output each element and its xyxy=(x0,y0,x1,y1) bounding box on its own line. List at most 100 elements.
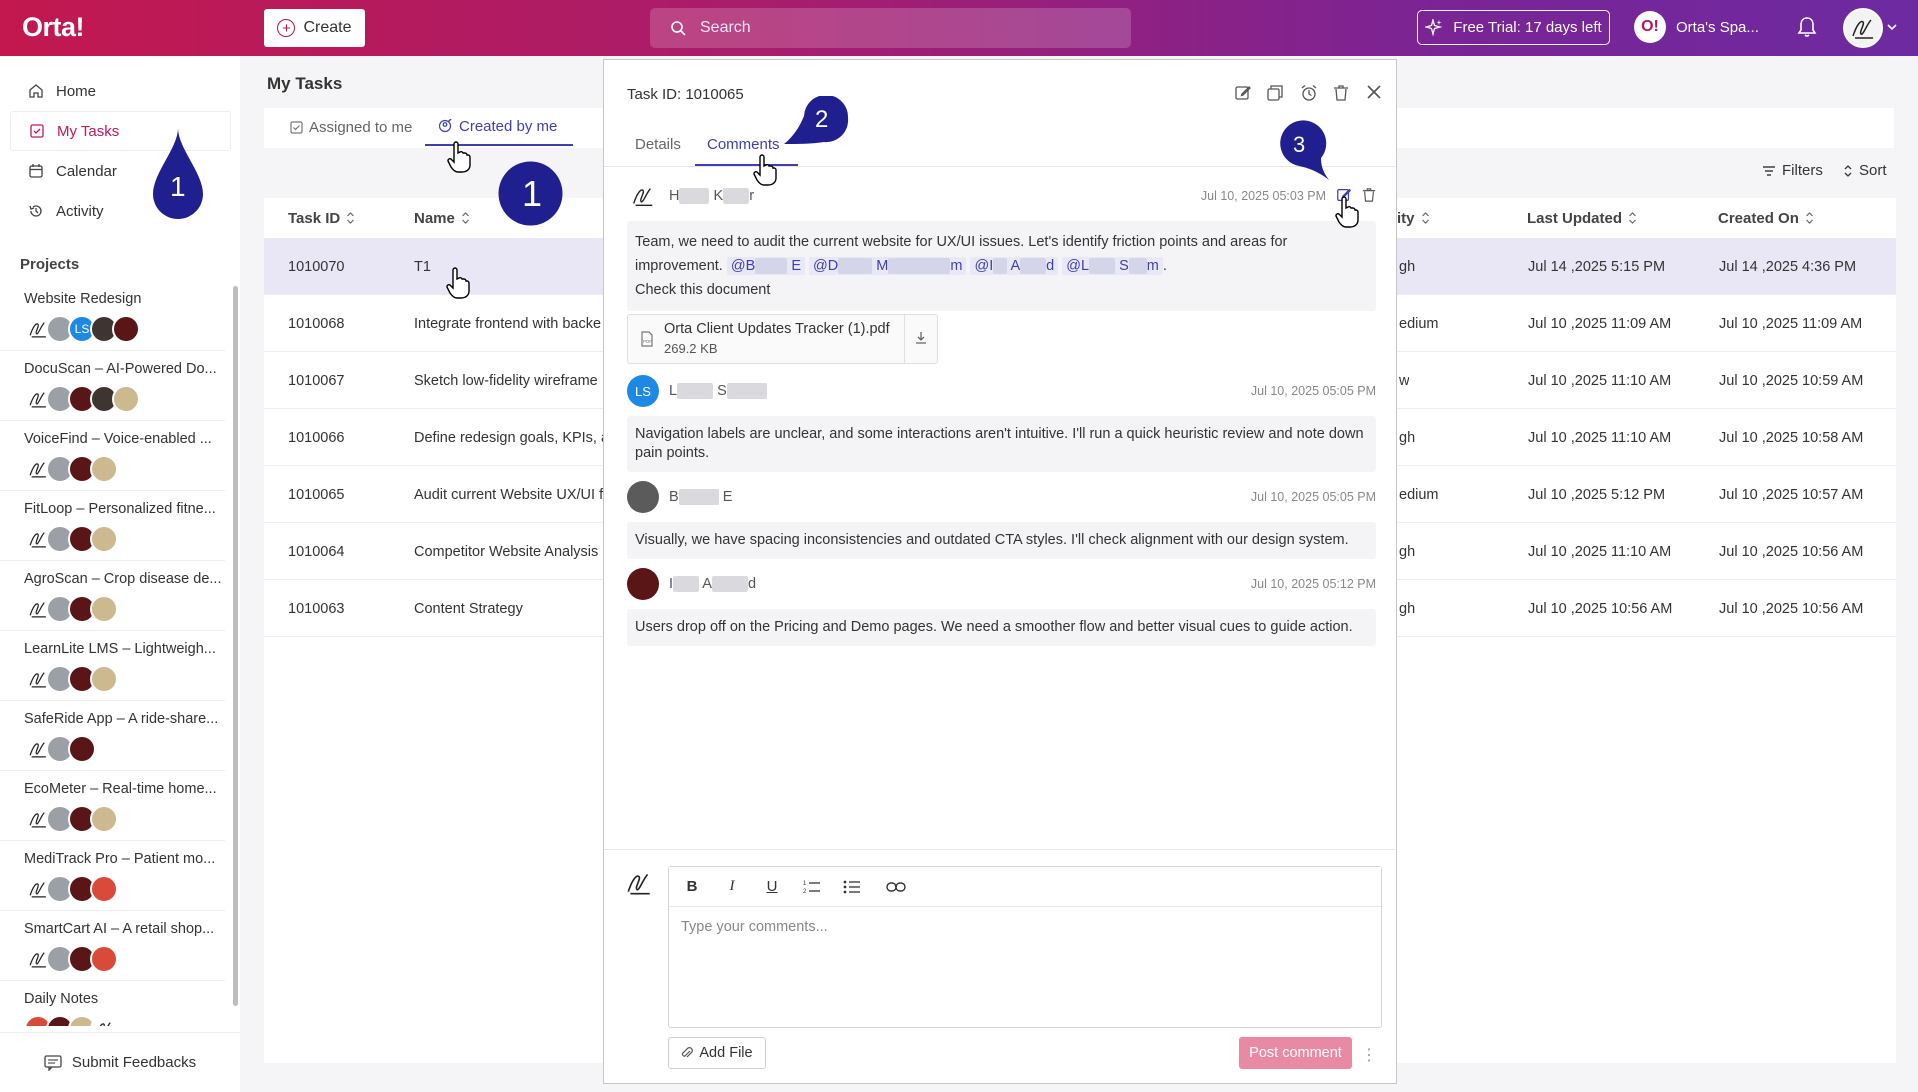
project-item[interactable]: AgroScan – Crop disease de... xyxy=(0,561,225,631)
free-trial-button[interactable]: Free Trial: 17 days left xyxy=(1417,10,1610,45)
page-title: My Tasks xyxy=(267,74,343,93)
project-item[interactable]: FitLoop – Personalized fitne... xyxy=(0,491,225,561)
feedback-icon xyxy=(44,1054,62,1071)
free-trial-label: Free Trial: 17 days left xyxy=(1453,19,1602,36)
italic-icon[interactable]: I xyxy=(721,876,743,898)
avatar xyxy=(627,568,659,600)
bullet-list-icon[interactable] xyxy=(841,876,863,898)
marker-number: 1 xyxy=(170,171,186,202)
avatar xyxy=(90,875,118,903)
project-item[interactable]: SmartCart AI – A retail shop... xyxy=(0,911,225,981)
create-button[interactable]: + Create xyxy=(264,9,365,47)
cell-priority: gh xyxy=(1399,543,1416,560)
project-item[interactable]: MediTrack Pro – Patient mo... xyxy=(0,841,225,911)
cell-created-on: Jul 10 ,2025 10:58 AM xyxy=(1719,429,1864,446)
column-header-name[interactable]: Name xyxy=(414,198,470,238)
attachment-card[interactable]: PDF Orta Client Updates Tracker (1).pdf … xyxy=(627,314,938,364)
edit-icon[interactable] xyxy=(1234,84,1252,102)
filters-button[interactable]: Filters xyxy=(1762,162,1823,179)
comment-input[interactable] xyxy=(669,907,1381,1025)
tab-assigned-to-me[interactable]: Assigned to me xyxy=(290,108,412,146)
add-file-button[interactable]: Add File xyxy=(668,1037,766,1069)
svg-text:2: 2 xyxy=(803,889,807,895)
tab-details[interactable]: Details xyxy=(635,136,681,166)
search-bar[interactable] xyxy=(650,8,1131,48)
trash-icon[interactable] xyxy=(1333,84,1349,102)
sort-button[interactable]: Sort xyxy=(1843,162,1887,179)
submit-feedback-button[interactable]: Submit Feedbacks xyxy=(0,1032,240,1092)
cell-created-on: Jul 10 ,2025 10:56 AM xyxy=(1719,543,1864,560)
history-icon xyxy=(29,205,42,217)
mention-tag[interactable]: @D Mm xyxy=(809,257,967,275)
project-item[interactable]: VoiceFind – Voice-enabled ... xyxy=(0,421,225,491)
chevron-down-icon[interactable] xyxy=(1887,22,1897,32)
cell-priority: gh xyxy=(1399,600,1416,617)
cell-task-id: 1010063 xyxy=(288,600,345,617)
redacted-block xyxy=(1089,258,1116,275)
user-edit-icon xyxy=(439,119,452,133)
column-header-task-id[interactable]: Task ID xyxy=(288,198,355,238)
project-item[interactable]: LearnLite LMS – Lightweigh... xyxy=(0,631,225,701)
comment-timestamp: Jul 10, 2025 05:05 PM xyxy=(1250,384,1376,398)
sort-label: Sort xyxy=(1859,162,1887,179)
post-comment-button[interactable]: Post comment xyxy=(1239,1037,1352,1069)
cell-created-on: Jul 10 ,2025 10:59 AM xyxy=(1719,372,1864,389)
cell-last-updated: Jul 10 ,2025 11:10 AM xyxy=(1528,543,1672,560)
duplicate-icon[interactable] xyxy=(1266,84,1284,102)
pdf-file-icon: PDF xyxy=(640,331,654,347)
ordered-list-icon[interactable]: 12 xyxy=(801,876,823,898)
close-icon[interactable] xyxy=(1366,84,1382,100)
bell-icon[interactable] xyxy=(1797,16,1817,38)
sidebar-item-home[interactable]: Home xyxy=(10,71,231,111)
mention-part: S xyxy=(1119,258,1129,274)
member-avatars: LS xyxy=(24,315,225,343)
marker-number: 3 xyxy=(1293,132,1306,157)
column-header-priority[interactable]: ity xyxy=(1397,198,1430,238)
link-icon[interactable] xyxy=(885,876,907,898)
tab-comments[interactable]: Comments xyxy=(695,136,798,166)
bold-icon[interactable]: B xyxy=(681,876,703,898)
mention-tag[interactable]: @L Sm xyxy=(1062,257,1163,275)
mention-tag[interactable]: @B E xyxy=(726,257,805,275)
comment-author: H Kr xyxy=(669,187,755,205)
add-file-label: Add File xyxy=(699,1045,753,1061)
task-id-label: Task ID: 1010065 xyxy=(627,86,744,103)
divider xyxy=(904,315,905,363)
sidebar-scrollbar[interactable] xyxy=(233,286,238,1006)
editor-divider xyxy=(604,849,1395,850)
underline-icon[interactable]: U xyxy=(761,876,783,898)
redacted-block xyxy=(723,188,750,205)
project-item[interactable]: SafeRide App – A ride-share... xyxy=(0,701,225,771)
workspace-switcher[interactable]: O! Orta's Spa... xyxy=(1634,11,1759,43)
cell-created-on: Jul 14 ,2025 4:36 PM xyxy=(1719,258,1857,275)
sort-icon xyxy=(1421,212,1429,224)
column-header-last-updated[interactable]: Last Updated xyxy=(1527,198,1637,238)
mention-tag[interactable]: @I Ad xyxy=(970,257,1059,275)
author-name-part: r xyxy=(749,187,755,204)
avatar xyxy=(68,735,96,763)
cell-task-id: 1010065 xyxy=(288,486,345,503)
cell-created-on: Jul 10 ,2025 10:57 AM xyxy=(1719,486,1864,503)
download-icon[interactable] xyxy=(915,331,927,345)
avatar xyxy=(90,525,118,553)
search-input[interactable] xyxy=(698,18,1098,38)
user-avatar[interactable] xyxy=(1843,8,1883,48)
mention-part: d xyxy=(1046,258,1055,274)
project-name: FitLoop – Personalized fitne... xyxy=(24,501,216,517)
project-name: SmartCart AI – A retail shop... xyxy=(24,921,215,937)
column-label: ity xyxy=(1397,209,1415,227)
redacted-block xyxy=(678,489,719,506)
marker-number: 1 xyxy=(522,173,543,214)
project-item[interactable]: EcoMeter – Real-time home... xyxy=(0,771,225,841)
app-logo[interactable]: Orta! xyxy=(22,12,85,43)
alarm-icon[interactable] xyxy=(1300,84,1318,102)
delete-comment-icon[interactable] xyxy=(1362,187,1376,203)
project-item[interactable]: DocuScan – AI-Powered Do... xyxy=(0,351,225,421)
column-label: Last Updated xyxy=(1527,209,1623,227)
project-item[interactable]: Website Redesign LS xyxy=(0,281,225,351)
more-options-icon[interactable]: ⋮ xyxy=(1361,1045,1377,1065)
avatar xyxy=(90,595,118,623)
cell-priority: w xyxy=(1399,372,1410,389)
project-item[interactable]: Daily Notes xyxy=(0,981,225,1026)
column-header-created-on[interactable]: Created On xyxy=(1718,198,1814,238)
